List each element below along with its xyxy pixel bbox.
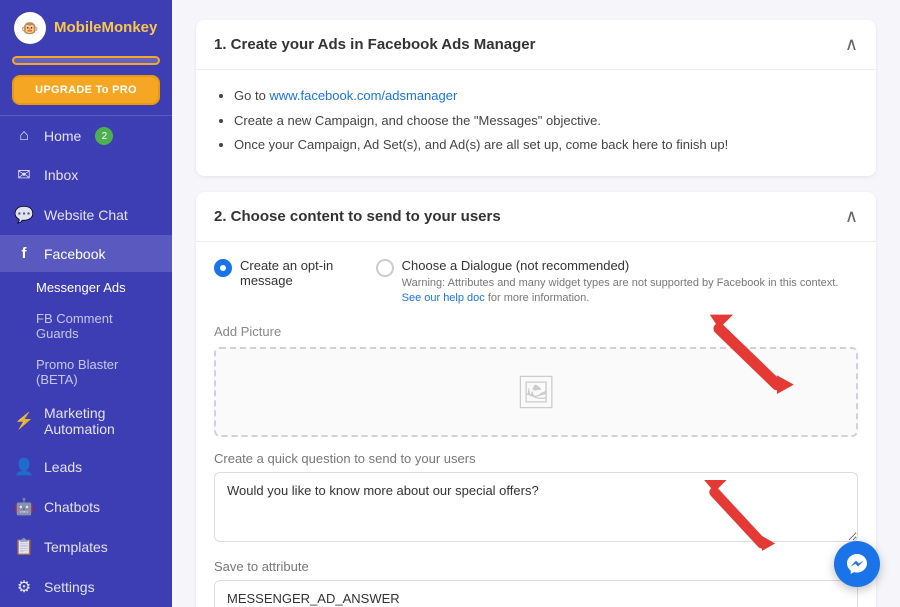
templates-icon: 📋 [14,537,34,557]
quick-question-label: Create a quick question to send to your … [214,451,858,466]
search-bar[interactable] [12,56,160,65]
radio-opt-in[interactable]: Create an opt-in message [214,258,344,307]
sidebar-label-home: Home [44,128,81,144]
sidebar-label-facebook: Facebook [44,246,105,262]
attr-select[interactable]: MESSENGER_AD_ANSWER [214,580,858,607]
logo-text: MobileMonkey [54,20,157,37]
upgrade-button[interactable]: UPGRADE To PRO [12,75,160,105]
sidebar-sub-label-messenger-ads: Messenger Ads [36,280,126,295]
sidebar-item-home[interactable]: ⌂ Home 2 [0,117,172,155]
section-1-collapse[interactable]: ∧ [845,34,858,55]
logo-icon: 🐵 [14,12,46,44]
section-2-body: Create an opt-in message Choose a Dialog… [196,242,876,607]
bullet-1-prefix: Go to [234,88,269,103]
section-1: 1. Create your Ads in Facebook Ads Manag… [196,20,876,176]
picture-upload-area[interactable]: 🖼 [214,347,858,437]
sidebar-item-marketing-automation[interactable]: ⚡ Marketing Automation [0,395,172,447]
help-doc-link[interactable]: See our help doc [402,292,485,304]
radio-opt-in-label: Create an opt-in message [240,258,344,288]
bullet-1: Go to www.facebook.com/adsmanager [234,86,858,106]
home-badge: 2 [95,127,113,145]
section-1-body: Go to www.facebook.com/adsmanager Create… [196,70,876,176]
save-attr-label: Save to attribute [214,559,858,574]
sidebar-label-website-chat: Website Chat [44,207,128,223]
section-2-collapse[interactable]: ∧ [845,206,858,227]
radio-dialogue[interactable]: Choose a Dialogue (not recommended) Warn… [376,258,858,307]
sidebar-label-inbox: Inbox [44,167,78,183]
sidebar-label-templates: Templates [44,539,108,555]
section-1-bullets: Go to www.facebook.com/adsmanager Create… [214,86,858,155]
main-content: 1. Create your Ads in Facebook Ads Manag… [172,0,900,607]
logo-mobile: Mobile [54,19,102,36]
sidebar-label-chatbots: Chatbots [44,499,100,515]
website-chat-icon: 💬 [14,205,34,225]
quick-question-textarea[interactable] [214,472,858,542]
sidebar-item-templates[interactable]: 📋 Templates [0,527,172,567]
sidebar-item-facebook[interactable]: f Facebook [0,235,172,272]
sidebar-label-marketing-automation: Marketing Automation [44,405,158,437]
add-picture-label: Add Picture [214,324,858,339]
sidebar-item-inbox[interactable]: ✉ Inbox [0,155,172,195]
radio-opt-in-circle [214,259,232,277]
sidebar-item-settings[interactable]: ⚙ Settings [0,567,172,607]
section-1-title: 1. Create your Ads in Facebook Ads Manag… [214,36,535,53]
facebook-icon: f [14,245,34,262]
chatbots-icon: 🤖 [14,497,34,517]
sidebar-sub-label-fb-comment-guards: FB Comment Guards [36,311,158,341]
section-2-header: 2. Choose content to send to your users … [196,192,876,242]
messenger-fab-icon [845,552,869,576]
inbox-icon: ✉ [14,165,34,185]
image-placeholder-icon: 🖼 [516,373,557,411]
section-1-header: 1. Create your Ads in Facebook Ads Manag… [196,20,876,70]
radio-dialogue-labels: Choose a Dialogue (not recommended) Warn… [402,258,858,307]
fab-messenger-button[interactable] [834,541,880,587]
radio-options: Create an opt-in message Choose a Dialog… [214,258,858,307]
sidebar-sub-fb-comment-guards[interactable]: FB Comment Guards [0,303,172,349]
leads-icon: 👤 [14,457,34,477]
radio-warning-text: Warning: Attributes and many widget type… [402,277,839,289]
sidebar-sub-messenger-ads[interactable]: Messenger Ads [0,272,172,303]
sidebar-header: 🐵 MobileMonkey [0,0,172,52]
sidebar-item-website-chat[interactable]: 💬 Website Chat [0,195,172,235]
settings-icon: ⚙ [14,577,34,597]
sidebar: 🐵 MobileMonkey UPGRADE To PRO ⌂ Home 2 ✉… [0,0,172,607]
home-icon: ⌂ [14,127,34,145]
radio-dialogue-circle [376,259,394,277]
section-2: 2. Choose content to send to your users … [196,192,876,607]
help-doc-suffix: for more information. [488,292,589,304]
adsmanager-link[interactable]: www.facebook.com/adsmanager [269,88,457,103]
bullet-3: Once your Campaign, Ad Set(s), and Ad(s)… [234,135,858,155]
sidebar-label-settings: Settings [44,579,95,595]
sidebar-item-leads[interactable]: 👤 Leads [0,447,172,487]
bullet-2: Create a new Campaign, and choose the "M… [234,111,858,131]
logo-monkey: Monkey [102,19,158,36]
sidebar-sub-promo-blaster[interactable]: Promo Blaster (BETA) [0,349,172,395]
sidebar-label-leads: Leads [44,459,82,475]
sidebar-sub-label-promo-blaster: Promo Blaster (BETA) [36,357,158,387]
sidebar-item-chatbots[interactable]: 🤖 Chatbots [0,487,172,527]
marketing-automation-icon: ⚡ [14,411,34,431]
section-2-title: 2. Choose content to send to your users [214,208,501,225]
